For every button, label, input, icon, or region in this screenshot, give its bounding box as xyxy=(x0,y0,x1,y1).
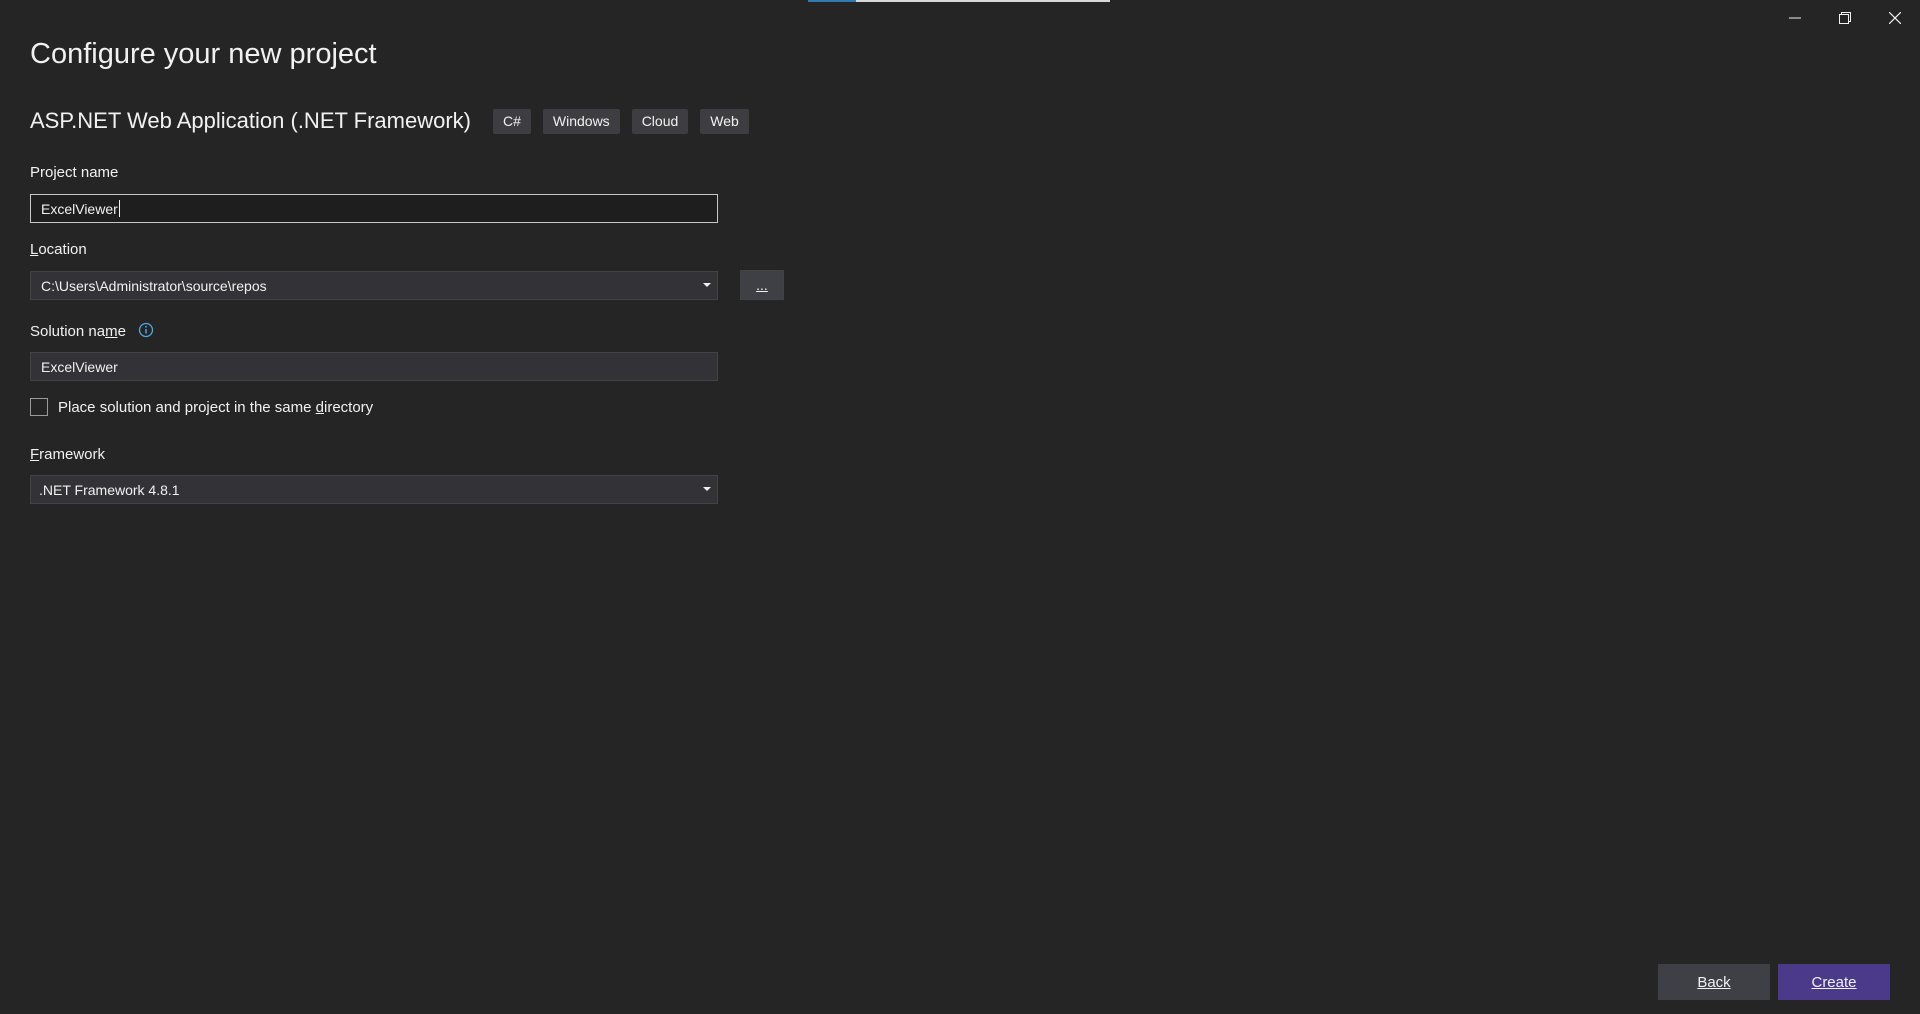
loading-progress-fill xyxy=(808,0,857,2)
configure-project-window: Configure your new project ASP.NET Web A… xyxy=(0,0,1920,1014)
tag-cloud: Cloud xyxy=(631,108,689,134)
framework-label-accesskey: F xyxy=(30,446,40,463)
location-label-rest: ocation xyxy=(38,241,87,258)
framework-combobox[interactable]: .NET Framework 4.8.1 xyxy=(30,475,718,504)
same-directory-label-accesskey: d xyxy=(315,399,324,416)
tag-web: Web xyxy=(700,108,749,134)
create-button[interactable]: Create xyxy=(1778,964,1890,1000)
loading-progress-bar xyxy=(808,0,1110,2)
location-value: C:\Users\Administrator\source\repos xyxy=(41,277,267,294)
close-button[interactable] xyxy=(1870,0,1920,36)
location-combobox[interactable]: C:\Users\Administrator\source\repos xyxy=(30,271,718,300)
same-directory-label-prefix: Place solution and project in the same xyxy=(58,399,316,416)
info-icon[interactable] xyxy=(138,322,154,342)
same-directory-label[interactable]: Place solution and project in the same d… xyxy=(58,399,373,416)
chevron-down-icon[interactable] xyxy=(703,487,711,491)
project-name-input[interactable]: ExcelViewer xyxy=(30,194,718,223)
tag-language: C# xyxy=(492,108,531,134)
minimize-icon xyxy=(1789,17,1801,19)
framework-label-rest: ramework xyxy=(39,446,106,463)
template-name: ASP.NET Web Application (.NET Framework) xyxy=(30,108,471,133)
solution-name-label-accesskey: m xyxy=(105,322,118,340)
restore-button[interactable] xyxy=(1820,0,1870,36)
minimize-button[interactable] xyxy=(1770,0,1820,36)
close-icon xyxy=(1889,12,1901,24)
restore-icon xyxy=(1839,12,1851,24)
location-label: Location xyxy=(30,241,87,258)
window-controls xyxy=(1770,0,1920,36)
solution-name-value: ExcelViewer xyxy=(41,358,118,375)
same-directory-label-suffix: irectory xyxy=(324,399,374,416)
tag-platform: Windows xyxy=(542,108,620,134)
chevron-down-icon[interactable] xyxy=(703,283,711,287)
solution-name-label: Solution name xyxy=(30,322,154,342)
solution-name-input[interactable]: ExcelViewer xyxy=(30,352,718,381)
browse-location-button[interactable]: ... xyxy=(740,270,784,300)
solution-name-label-prefix: Solution na xyxy=(30,322,106,340)
back-button[interactable]: Back xyxy=(1658,964,1770,1000)
solution-name-label-suffix: e xyxy=(117,322,126,340)
framework-label: Framework xyxy=(30,446,105,463)
framework-value: .NET Framework 4.8.1 xyxy=(39,481,180,498)
project-name-label: Project name xyxy=(30,164,119,181)
template-header: ASP.NET Web Application (.NET Framework)… xyxy=(30,108,761,134)
text-caret xyxy=(118,200,120,217)
page-title: Configure your new project xyxy=(30,38,377,70)
same-directory-checkbox[interactable] xyxy=(30,398,48,416)
project-name-value: ExcelViewer xyxy=(41,200,118,217)
